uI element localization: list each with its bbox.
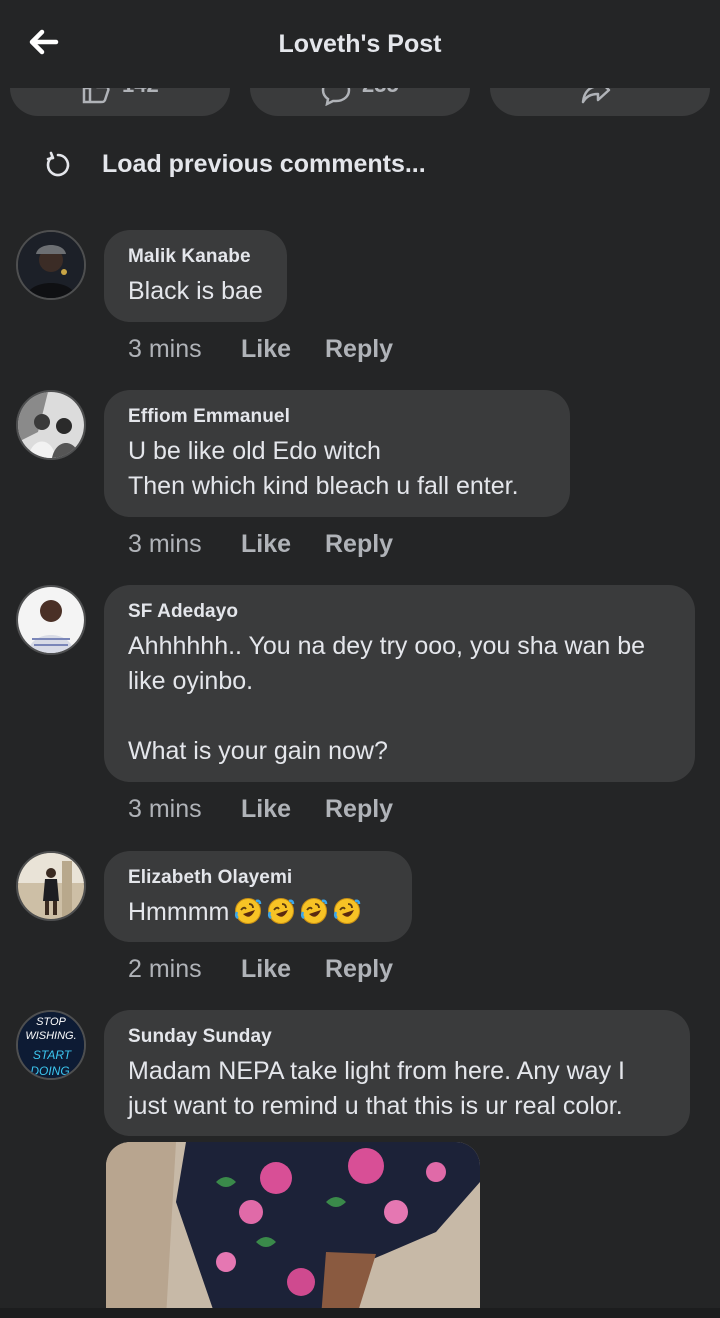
svg-text:STOP: STOP — [36, 1016, 66, 1028]
svg-text:START: START — [33, 1048, 73, 1062]
rolling-on-floor-laughing-icon — [235, 898, 262, 924]
load-previous-label: Load previous comments... — [102, 150, 426, 178]
comment-meta: 3 mins Like Reply — [128, 530, 393, 559]
comment-text: Ahhhhhh.. You na dey try ooo, you sha wa… — [128, 632, 646, 765]
page-title: Loveth's Post — [278, 30, 442, 58]
like-link[interactable]: Like — [241, 335, 325, 364]
svg-text:WISHING.: WISHING. — [25, 1030, 76, 1042]
comment-attachment-photo[interactable] — [106, 1142, 480, 1318]
refresh-icon — [46, 151, 70, 176]
comment-bubble: SF Adedayo Ahhhhhh.. You na dey try ooo,… — [104, 585, 695, 782]
comment-text: U be like old Edo witch Then which kind … — [128, 437, 519, 500]
avatar[interactable] — [16, 585, 86, 655]
rolling-on-floor-laughing-icon — [268, 898, 295, 924]
comment-author[interactable]: Sunday Sunday — [128, 1026, 666, 1048]
rolling-on-floor-laughing-icon — [301, 898, 328, 924]
avatar[interactable] — [16, 390, 86, 460]
comment-text-row: Hmmmm — [128, 895, 388, 930]
comment-meta: 3 mins Like Reply — [128, 795, 393, 824]
avatar[interactable] — [16, 851, 86, 921]
comment-text: Madam NEPA take light from here. Any way… — [128, 1057, 625, 1120]
reply-link[interactable]: Reply — [325, 795, 393, 824]
like-link[interactable]: Like — [241, 795, 325, 824]
comment-author[interactable]: SF Adedayo — [128, 601, 671, 623]
comment-text: Hmmmm — [128, 898, 230, 926]
comment-bubble: Effiom Emmanuel U be like old Edo witch … — [104, 390, 570, 517]
reply-link[interactable]: Reply — [325, 530, 393, 559]
avatar[interactable] — [16, 230, 86, 300]
comment-text: Black is bae — [128, 277, 263, 305]
comment-meta: 3 mins Like Reply — [128, 335, 393, 364]
top-bar: Loveth's Post — [0, 0, 720, 88]
comment-time: 3 mins — [128, 795, 202, 823]
like-link[interactable]: Like — [241, 530, 325, 559]
comment-time: 3 mins — [128, 335, 202, 363]
comment-meta: 2 mins Like Reply — [128, 955, 393, 984]
load-previous-comments[interactable]: Load previous comments... — [44, 150, 426, 179]
comment-bubble: Malik Kanabe Black is bae — [104, 230, 287, 322]
bottom-divider — [0, 1308, 720, 1318]
comment-bubble: Elizabeth Olayemi Hmmmm — [104, 851, 412, 942]
svg-text:DOING: DOING — [30, 1064, 69, 1078]
comment-bubble: Sunday Sunday Madam NEPA take light from… — [104, 1010, 690, 1136]
avatar[interactable]: STOP WISHING. START DOING — [16, 1010, 86, 1080]
comment-author[interactable]: Effiom Emmanuel — [128, 406, 546, 428]
rolling-on-floor-laughing-icon — [334, 898, 361, 924]
comment-author[interactable]: Elizabeth Olayemi — [128, 867, 388, 889]
like-link[interactable]: Like — [241, 955, 325, 984]
comment-time: 3 mins — [128, 530, 202, 558]
comment-time: 2 mins — [128, 955, 202, 983]
comment-author[interactable]: Malik Kanabe — [128, 246, 263, 268]
reply-link[interactable]: Reply — [325, 335, 393, 364]
reply-link[interactable]: Reply — [325, 955, 393, 984]
